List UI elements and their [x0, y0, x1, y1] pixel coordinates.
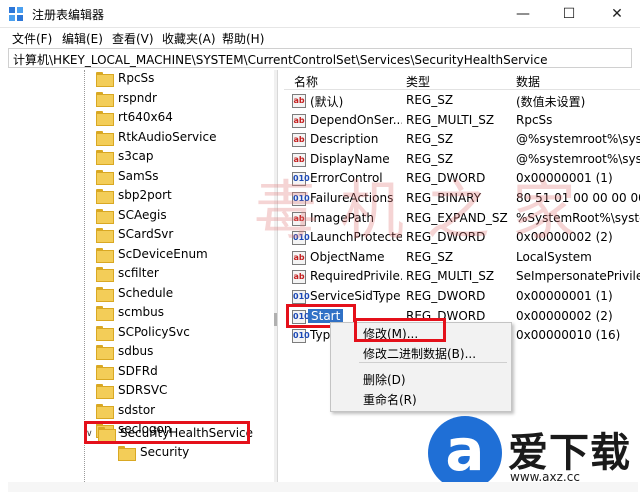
folder-icon	[96, 364, 114, 380]
folder-icon	[96, 384, 114, 399]
value-row[interactable]: ab (默认) REG_SZ (数值未设置)	[284, 92, 640, 112]
menu-favorites[interactable]: 收藏夹(A)	[162, 30, 216, 47]
value-row[interactable]: ab Description REG_SZ @%systemroot%\sys	[284, 131, 640, 151]
tree-scroll-thumb[interactable]	[274, 313, 277, 326]
string-value-icon: ab	[292, 250, 306, 265]
list-header: 名称 类型 数据	[284, 70, 640, 90]
column-data-header[interactable]: 数据	[516, 73, 540, 90]
context-separator	[359, 362, 507, 363]
folder-icon	[118, 446, 136, 461]
value-row[interactable]: 010 LaunchProtected REG_DWORD 0x00000002 (2…	[284, 229, 640, 249]
value-row[interactable]: 010 ErrorControl REG_DWORD 0x00000001 (1)	[284, 170, 640, 190]
window-title: 注册表编辑器	[32, 8, 105, 22]
folder-icon	[96, 286, 114, 302]
folder-icon	[96, 150, 114, 165]
string-value-icon: ab	[292, 94, 306, 108]
folder-icon	[96, 169, 114, 185]
highlight-box-tree	[84, 421, 250, 444]
close-button[interactable]: ✕	[594, 0, 640, 28]
context-modify-binary[interactable]: 修改二进制数据(B)...	[363, 345, 476, 362]
folder-icon	[96, 247, 114, 263]
menu-file[interactable]: 文件(F)	[12, 30, 52, 47]
folder-icon	[96, 208, 114, 224]
string-value-icon: ab	[292, 211, 306, 226]
string-value-icon: ab	[292, 113, 306, 128]
folder-icon	[96, 111, 114, 126]
value-row[interactable]: ab RequiredPrivile... REG_MULTI_SZ SeImpers…	[284, 268, 640, 288]
folder-icon	[96, 130, 114, 146]
menu-view[interactable]: 查看(V)	[112, 30, 154, 47]
minimize-button[interactable]: —	[500, 0, 546, 28]
folder-icon	[96, 267, 114, 282]
value-row[interactable]: ab DisplayName REG_SZ @%systemroot%\sys	[284, 151, 640, 171]
site-logo: a 爱下载 www.axz.cc	[428, 416, 640, 492]
address-bar[interactable]: 计算机\HKEY_LOCAL_MACHINE\SYSTEM\CurrentCon…	[8, 48, 632, 68]
binary-value-icon: 010	[292, 231, 310, 246]
string-value-icon: ab	[292, 133, 306, 148]
folder-icon	[96, 189, 114, 204]
status-strip	[8, 482, 638, 492]
value-row[interactable]: 010 FailureActions REG_BINARY 80 51 01 00 0…	[284, 190, 640, 210]
binary-value-icon: 010	[292, 192, 310, 206]
title-bar: 注册表编辑器 — ☐ ✕	[0, 0, 640, 28]
value-row[interactable]: ab ImagePath REG_EXPAND_SZ %SystemRoot%\sys…	[284, 210, 640, 230]
folder-icon	[96, 91, 114, 107]
binary-value-icon: 010	[292, 172, 310, 187]
folder-icon	[96, 228, 114, 243]
binary-value-icon: 010	[292, 329, 310, 344]
context-rename[interactable]: 重命名(R)	[363, 391, 417, 408]
tree-scrollbar[interactable]	[274, 70, 277, 482]
column-type-header[interactable]: 类型	[406, 73, 430, 90]
value-row[interactable]: ab DependOnSer... REG_MULTI_SZ RpcSs	[284, 112, 640, 132]
maximize-button[interactable]: ☐	[546, 0, 592, 28]
folder-icon	[96, 345, 114, 360]
folder-icon	[96, 306, 114, 321]
menu-help[interactable]: 帮助(H)	[222, 30, 264, 47]
context-delete[interactable]: 删除(D)	[363, 371, 406, 388]
highlight-box-modify	[354, 318, 446, 342]
folder-icon	[96, 325, 114, 341]
menu-edit[interactable]: 编辑(E)	[62, 30, 103, 47]
string-value-icon: ab	[292, 152, 306, 167]
value-row[interactable]: ab ObjectName REG_SZ LocalSystem	[284, 249, 640, 269]
column-name-header[interactable]: 名称	[294, 73, 318, 90]
registry-editor-icon	[9, 7, 23, 21]
string-value-icon: ab	[292, 270, 306, 285]
menu-bar: 文件(F) 编辑(E) 查看(V) 收藏夹(A) 帮助(H)	[0, 28, 640, 48]
folder-icon	[96, 403, 114, 419]
folder-icon	[96, 72, 114, 87]
logo-mark: a	[428, 416, 502, 490]
binary-value-icon: 010	[292, 290, 310, 304]
